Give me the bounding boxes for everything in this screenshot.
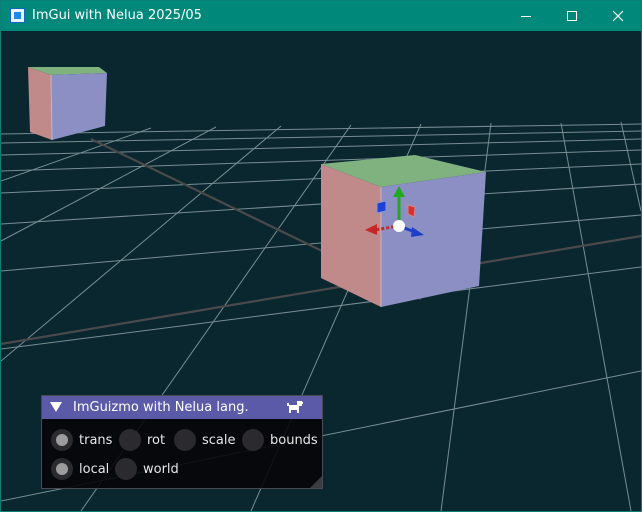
dog-icon — [287, 401, 303, 413]
radio-trans-label: trans — [79, 432, 113, 448]
cube-selected[interactable] — [321, 155, 486, 307]
panel-resize-grip[interactable] — [310, 476, 322, 488]
radio-world[interactable]: world — [115, 457, 179, 481]
close-button[interactable] — [595, 1, 641, 31]
radio-rot-label: rot — [147, 432, 166, 448]
panel-header[interactable]: ImGuizmo with Nelua lang. — [42, 396, 322, 419]
radio-scale-circle[interactable] — [174, 429, 196, 451]
radio-bounds-circle[interactable] — [242, 429, 264, 451]
radio-local[interactable]: local — [51, 457, 109, 481]
close-icon — [612, 10, 624, 22]
radio-local-circle[interactable] — [51, 458, 73, 480]
radio-world-circle[interactable] — [115, 458, 137, 480]
imguizmo-panel: ImGuizmo with Nelua lang. trans rot scal… — [41, 395, 323, 489]
radio-trans-circle[interactable] — [51, 429, 73, 451]
radio-scale[interactable]: scale — [174, 428, 236, 452]
title-bar[interactable]: ImGui with Nelua 2025/05 — [1, 1, 641, 31]
minimize-icon — [521, 16, 531, 17]
gizmo-plane-xy[interactable] — [376, 200, 387, 214]
radio-local-label: local — [79, 461, 110, 477]
radio-trans[interactable]: trans — [51, 428, 112, 452]
minimize-button[interactable] — [503, 1, 549, 31]
app-icon — [10, 8, 25, 23]
app-window: ImGui with Nelua 2025/05 ImGuizmo with N… — [0, 0, 642, 512]
radio-world-label: world — [143, 461, 179, 477]
gizmo-center[interactable] — [393, 220, 405, 232]
maximize-button[interactable] — [549, 1, 595, 31]
radio-bounds-label: bounds — [270, 432, 318, 448]
panel-title: ImGuizmo with Nelua lang. — [73, 400, 249, 415]
maximize-icon — [567, 11, 577, 21]
radio-rot[interactable]: rot — [119, 428, 165, 452]
radio-bounds[interactable]: bounds — [242, 428, 318, 452]
radio-scale-label: scale — [202, 432, 236, 448]
window-title: ImGui with Nelua 2025/05 — [32, 8, 202, 23]
radio-rot-circle[interactable] — [119, 429, 141, 451]
collapse-arrow-icon[interactable] — [50, 402, 62, 412]
